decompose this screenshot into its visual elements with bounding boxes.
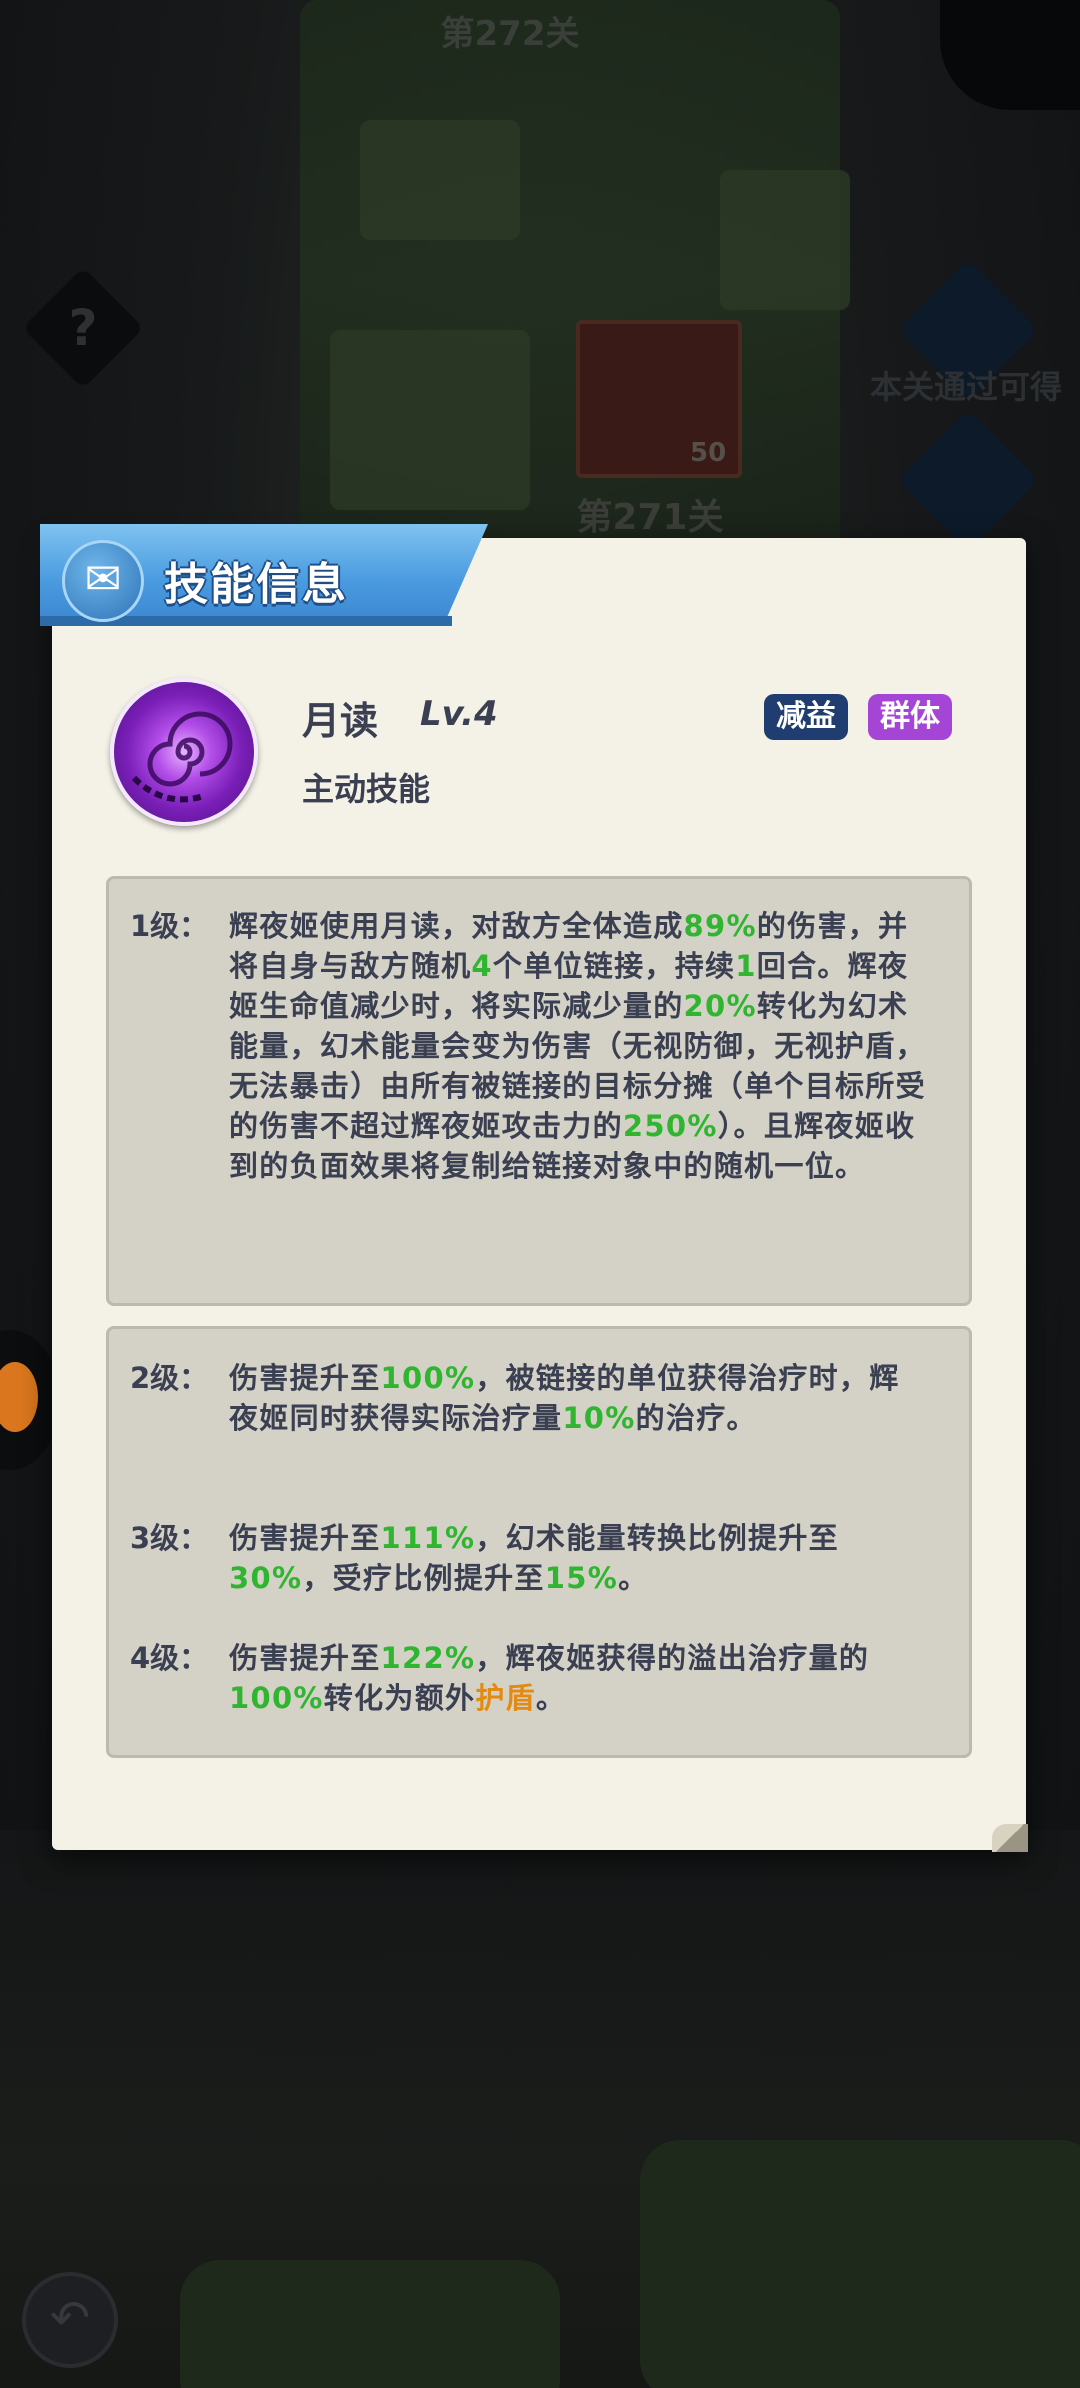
tower-block: [360, 120, 520, 240]
spiral-icon: [131, 711, 233, 803]
skill-level: Lv.4: [420, 694, 498, 734]
level-description: 辉夜姬使用月读，对敌方全体造成89%的伤害，并将自身与敌方随机4个单位链接，持续…: [229, 906, 929, 1186]
highlight-value: 20%: [683, 989, 757, 1023]
description-text: 个单位链接，持续: [492, 949, 736, 983]
level-description: 伤害提升至100%，被链接的单位获得治疗时，辉夜姬同时获得实际治疗量10%的治疗…: [229, 1358, 929, 1438]
tower-block: [330, 330, 530, 510]
tag-debuff: 减益: [764, 694, 848, 740]
highlight-value: 10%: [562, 1401, 636, 1435]
highlight-value: 111%: [380, 1521, 476, 1555]
highlight-value: 100%: [229, 1681, 324, 1715]
back-button[interactable]: ↶: [22, 2272, 118, 2368]
tag-group: 群体: [868, 694, 952, 740]
foliage: [640, 2140, 1080, 2388]
reward-count: 50: [690, 438, 727, 468]
description-text: 伤害提升至: [229, 1641, 381, 1675]
highlight-keyword: 护盾: [475, 1681, 536, 1715]
description-text: 。: [535, 1681, 567, 1715]
highlight-value: 4: [471, 949, 493, 983]
level-row: 4级： 伤害提升至122%，辉夜姬获得的溢出治疗量的 100%转化为额外护盾。: [130, 1638, 930, 1738]
question-mark-icon: ?: [68, 299, 98, 357]
level-description: 伤害提升至111%，幻术能量转换比例提升至 30%，受疗比例提升至15%。: [229, 1518, 929, 1598]
description-text: ，幻术能量转换比例提升至: [475, 1521, 839, 1555]
level-label: 4级：: [130, 1641, 209, 1675]
highlight-value: 250%: [622, 1109, 718, 1143]
scroll-icon: ✉: [62, 540, 144, 622]
skill-type: 主动技能: [302, 770, 431, 808]
highlight-value: 100%: [380, 1361, 476, 1395]
description-text: 。: [618, 1561, 649, 1595]
highlight-value: 89%: [683, 909, 757, 943]
highlight-value: 30%: [229, 1561, 303, 1595]
back-arrow-icon: ↶: [49, 2290, 91, 2346]
highlight-value: 15%: [544, 1561, 619, 1595]
description-text: 伤害提升至: [229, 1521, 381, 1555]
foliage: [180, 2260, 560, 2388]
description-text: ，受疗比例提升至: [302, 1561, 545, 1595]
stage-label-current: 第271关: [576, 497, 724, 538]
stage-label-next: 第272关: [440, 14, 580, 54]
tower-block: [720, 170, 850, 310]
level-row: 3级： 伤害提升至111%，幻术能量转换比例提升至 30%，受疗比例提升至15%。: [130, 1518, 930, 1618]
highlight-value: 122%: [380, 1641, 476, 1675]
description-text: 辉夜姬使用月读，对敌方全体造成: [229, 909, 684, 943]
level-row: 2级： 伤害提升至100%，被链接的单位获得治疗时，辉夜姬同时获得实际治疗量10…: [130, 1358, 930, 1458]
level-label: 2级：: [130, 1361, 209, 1395]
level-label: 3级：: [130, 1521, 209, 1555]
skill-name: 月读: [302, 699, 379, 743]
level-label: 1级：: [130, 909, 209, 943]
level-row: 1级： 辉夜姬使用月读，对敌方全体造成89%的伤害，并将自身与敌方随机4个单位链…: [130, 906, 930, 1286]
description-text: ，辉夜姬获得的溢出治疗量的: [475, 1641, 870, 1675]
description-text: 伤害提升至: [229, 1361, 381, 1395]
modal-title: 技能信息: [164, 559, 348, 610]
highlight-value: 1: [735, 949, 757, 983]
description-text: 的治疗。: [635, 1401, 757, 1435]
level-description: 伤害提升至122%，辉夜姬获得的溢出治疗量的 100%转化为额外护盾。: [229, 1638, 929, 1718]
skill-icon: [110, 678, 258, 826]
description-text: 转化为额外: [323, 1681, 476, 1715]
reward-hint: 本关通过可得: [870, 368, 1063, 406]
